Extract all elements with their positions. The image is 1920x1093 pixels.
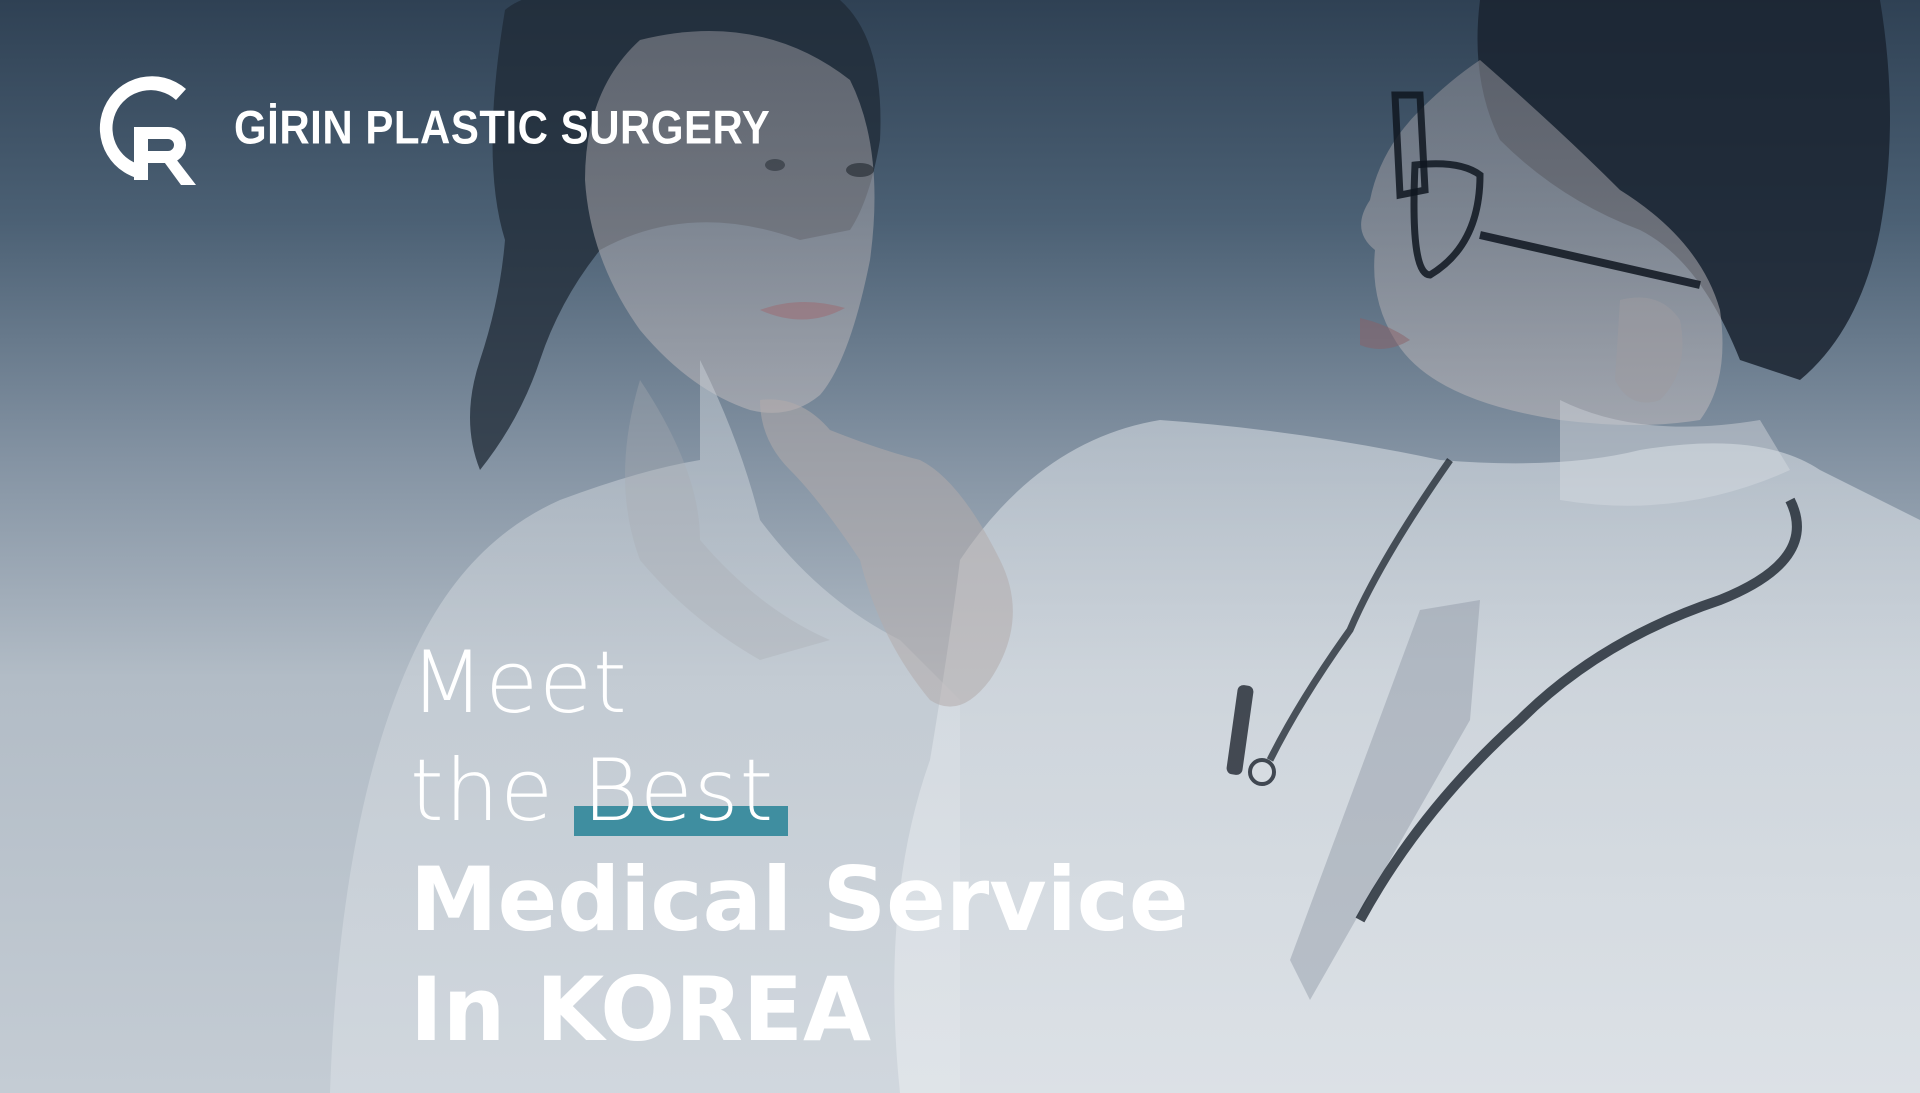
headline-line-3: Medical Service [410, 848, 1189, 951]
headline-highlight-text: Best [582, 741, 775, 841]
hero-headline: Meet the Best Medical Service In KOREA [410, 640, 1189, 1076]
headline-line-1: Meet [410, 633, 628, 733]
brand-logo[interactable]: GİRIN PLASTIC SURGERY [86, 66, 770, 190]
headline-line-4: In KOREA [410, 958, 872, 1061]
headline-highlight-word: Best [574, 748, 789, 836]
headline-line-2-prefix: the [410, 741, 583, 841]
gr-monogram-icon [99, 76, 196, 185]
brand-name: GİRIN PLASTIC SURGERY [234, 101, 771, 154]
headline-line-2: the Best [410, 748, 1189, 856]
